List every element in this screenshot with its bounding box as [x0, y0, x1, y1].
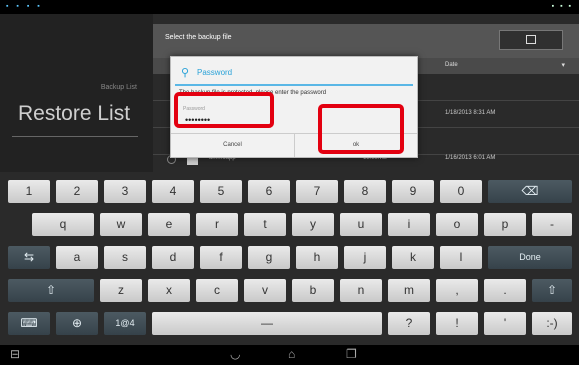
- key-3[interactable]: 3: [104, 180, 146, 203]
- symbols-key[interactable]: 1@4: [104, 312, 146, 335]
- key-icon: ⚲: [181, 67, 190, 79]
- password-input[interactable]: [183, 113, 269, 127]
- key-d[interactable]: d: [152, 246, 194, 269]
- key-z[interactable]: z: [100, 279, 142, 302]
- window-icon: [526, 35, 536, 44]
- cancel-button[interactable]: Cancel: [171, 134, 294, 157]
- key-l[interactable]: l: [440, 246, 482, 269]
- key-f[interactable]: f: [200, 246, 242, 269]
- back-icon[interactable]: ◡: [230, 347, 240, 361]
- key-r[interactable]: r: [196, 213, 238, 236]
- emoticon-key[interactable]: :-): [532, 312, 572, 335]
- date-column-label[interactable]: Date: [445, 62, 458, 68]
- keyboard-settings-key[interactable]: ⌨: [8, 312, 50, 335]
- key-minus[interactable]: -: [532, 213, 572, 236]
- key-2[interactable]: 2: [56, 180, 98, 203]
- key-exclamation[interactable]: !: [436, 312, 478, 335]
- key-x[interactable]: x: [148, 279, 190, 302]
- password-label: Password: [183, 106, 205, 112]
- left-pane: Backup List Restore List: [0, 14, 153, 172]
- key-e[interactable]: e: [148, 213, 190, 236]
- dialog-message: The backup file is protected, please ent…: [179, 90, 327, 96]
- password-dialog: ⚲ Password The backup file is protected,…: [170, 56, 418, 158]
- key-w[interactable]: w: [100, 213, 142, 236]
- key-1[interactable]: 1: [8, 180, 50, 203]
- title-divider: [175, 84, 413, 86]
- file-date: 1/18/2013 8:31 AM: [445, 110, 496, 116]
- space-key[interactable]: —: [152, 312, 382, 335]
- shift-right-key[interactable]: ⇧: [532, 279, 572, 302]
- sort-arrow-icon[interactable]: ▾: [561, 61, 565, 69]
- key-apostrophe[interactable]: ': [484, 312, 526, 335]
- done-key[interactable]: Done: [488, 246, 572, 269]
- key-s[interactable]: s: [104, 246, 146, 269]
- key-a[interactable]: a: [56, 246, 98, 269]
- key-4[interactable]: 4: [152, 180, 194, 203]
- key-6[interactable]: 6: [248, 180, 290, 203]
- key-t[interactable]: t: [244, 213, 286, 236]
- action-button[interactable]: [499, 30, 563, 50]
- dialog-title: Password: [197, 68, 233, 77]
- shift-left-key[interactable]: ⇧: [8, 279, 94, 302]
- key-i[interactable]: i: [388, 213, 430, 236]
- key-k[interactable]: k: [392, 246, 434, 269]
- recents-icon[interactable]: ❐: [346, 347, 357, 361]
- restore-app: Backup List Restore List Select the back…: [0, 14, 579, 172]
- status-notification-icons: ▪ ▪ ▪ ▪: [6, 3, 43, 10]
- key-9[interactable]: 9: [392, 180, 434, 203]
- key-o[interactable]: o: [436, 213, 478, 236]
- key-b[interactable]: b: [292, 279, 334, 302]
- key-q[interactable]: q: [32, 213, 94, 236]
- key-0[interactable]: 0: [440, 180, 482, 203]
- restore-list-title[interactable]: Restore List: [18, 102, 130, 126]
- screenshot-icon[interactable]: ⊟: [10, 347, 20, 361]
- key-7[interactable]: 7: [296, 180, 338, 203]
- key-v[interactable]: v: [244, 279, 286, 302]
- status-bar: ▪ ▪ ▪ ▪ ▪ ▪ ▪: [0, 0, 579, 14]
- home-icon[interactable]: ⌂: [288, 347, 295, 361]
- backspace-key[interactable]: ⌫: [488, 180, 572, 203]
- key-n[interactable]: n: [340, 279, 382, 302]
- ok-button[interactable]: ok: [295, 134, 417, 157]
- key-p[interactable]: p: [484, 213, 526, 236]
- file-list-header: Select the backup file: [153, 24, 579, 58]
- onscreen-keyboard: 1 2 3 4 5 6 7 8 9 0 ⌫ q w e r t y u i o …: [0, 172, 579, 345]
- key-j[interactable]: j: [344, 246, 386, 269]
- language-key[interactable]: ⊕: [56, 312, 98, 335]
- key-m[interactable]: m: [388, 279, 430, 302]
- key-5[interactable]: 5: [200, 180, 242, 203]
- select-backup-title: Select the backup file: [165, 34, 232, 41]
- key-h[interactable]: h: [296, 246, 338, 269]
- key-u[interactable]: u: [340, 213, 382, 236]
- key-g[interactable]: g: [248, 246, 290, 269]
- key-c[interactable]: c: [196, 279, 238, 302]
- backup-list-nav[interactable]: Backup List: [101, 84, 137, 91]
- status-system-icons: ▪ ▪ ▪: [551, 3, 573, 10]
- left-divider: [12, 136, 138, 137]
- navigation-bar: ⊟ ◡ ⌂ ❐: [0, 345, 579, 365]
- key-comma[interactable]: ,: [436, 279, 478, 302]
- key-8[interactable]: 8: [344, 180, 386, 203]
- key-question[interactable]: ?: [388, 312, 430, 335]
- key-period[interactable]: .: [484, 279, 526, 302]
- key-y[interactable]: y: [292, 213, 334, 236]
- file-date: 1/16/2013 6:01 AM: [445, 155, 496, 161]
- tab-key[interactable]: ⇆: [8, 246, 50, 269]
